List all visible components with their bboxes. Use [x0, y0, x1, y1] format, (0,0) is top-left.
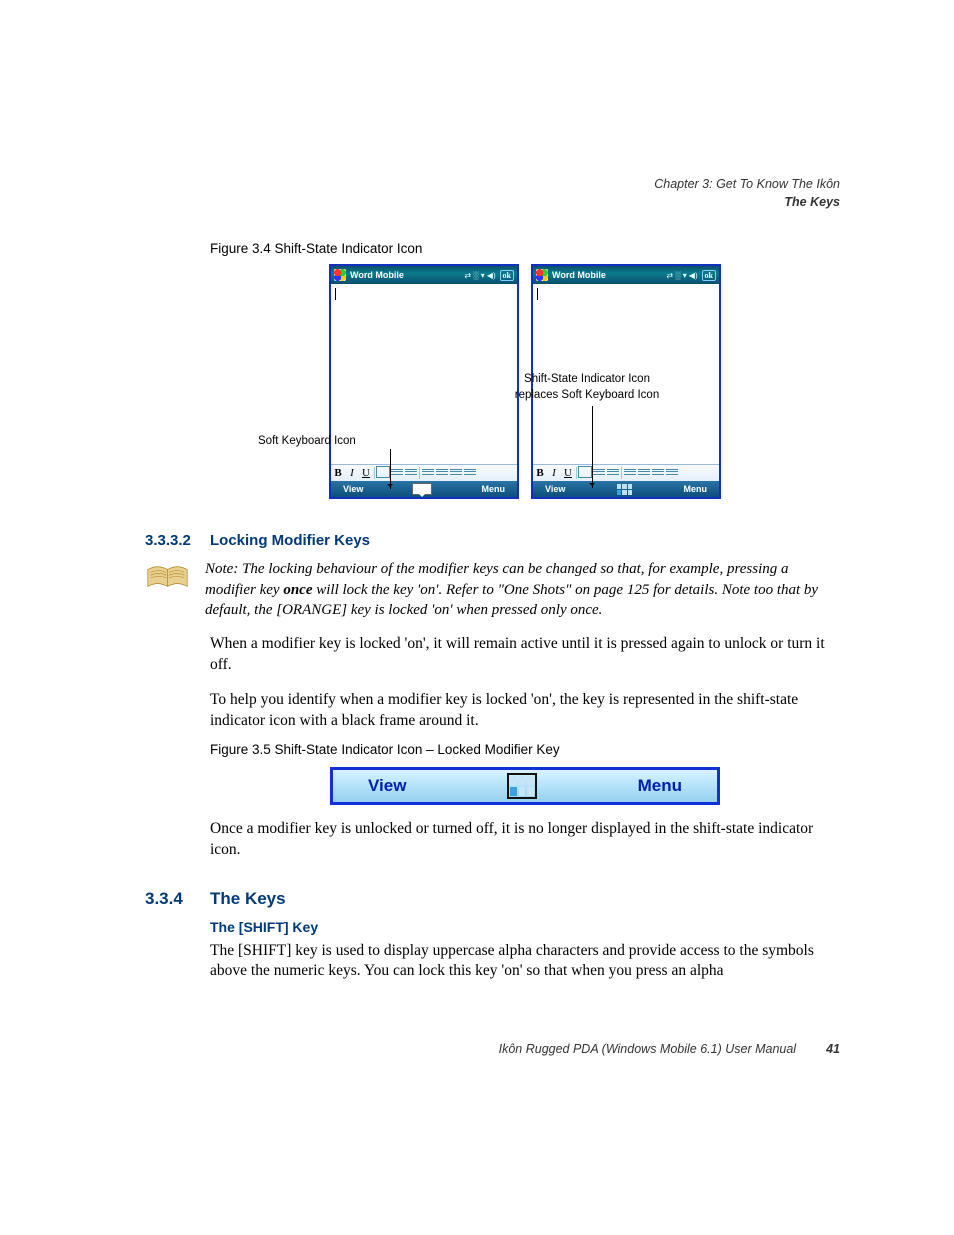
body-paragraph: When a modifier key is locked 'on', it w…	[210, 634, 840, 676]
outdent-icon	[651, 467, 665, 479]
note-block: Note: The locking behaviour of the modif…	[145, 559, 840, 620]
ok-button: ok	[702, 270, 716, 281]
app-title: Word Mobile	[552, 270, 662, 280]
note-text: Note: The locking behaviour of the modif…	[205, 559, 840, 620]
bold-icon: B	[331, 467, 345, 479]
callout-soft-keyboard: Soft Keyboard Icon	[258, 434, 356, 450]
shift-state-locked-icon	[509, 775, 535, 797]
title-bar: Word Mobile ⇄ ░ ▾ ◀) ok	[331, 266, 517, 284]
title-bar: Word Mobile ⇄ ░ ▾ ◀) ok	[533, 266, 719, 284]
ok-button: ok	[500, 270, 514, 281]
numbers-icon	[435, 467, 449, 479]
figure-3-4: Word Mobile ⇄ ░ ▾ ◀) ok B I U View	[210, 264, 840, 504]
page-footer: Ikôn Rugged PDA (Windows Mobile 6.1) Use…	[145, 1042, 840, 1056]
format-toolbar: B I U	[533, 464, 719, 481]
underline-icon: U	[561, 467, 575, 479]
menu-bar: View Menu	[331, 481, 517, 497]
body-paragraph: Once a modifier key is unlocked or turne…	[210, 819, 840, 861]
section-number: 3.3.4	[145, 889, 210, 909]
italic-icon: I	[345, 467, 359, 479]
start-icon	[536, 269, 548, 281]
numbers-icon	[637, 467, 651, 479]
app-title: Word Mobile	[350, 270, 460, 280]
menu-bar: View Menu	[533, 481, 719, 497]
indent-icon	[463, 467, 477, 479]
subheading-shift-key: The [SHIFT] Key	[210, 919, 840, 935]
body-paragraph: To help you identify when a modifier key…	[210, 690, 840, 732]
section-3-3-3-2-heading: 3.3.3.2 Locking Modifier Keys	[145, 532, 840, 549]
align3-icon	[404, 467, 418, 479]
menu-label: Menu	[638, 776, 682, 796]
section-title: Locking Modifier Keys	[210, 532, 370, 549]
page-number: 41	[826, 1042, 840, 1056]
body-paragraph: The [SHIFT] key is used to display upper…	[210, 941, 840, 983]
align2-icon	[592, 467, 606, 479]
arrow-icon	[390, 449, 391, 489]
menu-label: Menu	[683, 484, 707, 494]
section-number: 3.3.3.2	[145, 532, 210, 549]
bullets-icon	[421, 467, 435, 479]
text-cursor	[335, 288, 336, 300]
view-label: View	[545, 484, 565, 494]
underline-icon: U	[359, 467, 373, 479]
footer-text: Ikôn Rugged PDA (Windows Mobile 6.1) Use…	[499, 1042, 796, 1056]
view-label: View	[343, 484, 363, 494]
chapter-label: Chapter 3: Get To Know The Ikôn	[145, 175, 840, 193]
callout-shift-state: Shift-State Indicator Icon replaces Soft…	[502, 372, 672, 403]
section-label: The Keys	[145, 193, 840, 211]
align2-icon	[390, 467, 404, 479]
device-screenshot-left: Word Mobile ⇄ ░ ▾ ◀) ok B I U View	[329, 264, 519, 499]
figure-3-5: View Menu	[210, 767, 840, 805]
italic-icon: I	[547, 467, 561, 479]
status-icons: ⇄ ░ ▾ ◀)	[464, 271, 495, 280]
indent-icon	[665, 467, 679, 479]
align-icon	[578, 466, 592, 481]
shift-state-icon	[616, 483, 632, 495]
view-label: View	[368, 776, 406, 796]
note-book-icon	[145, 562, 195, 599]
running-header: Chapter 3: Get To Know The Ikôn The Keys	[145, 175, 840, 211]
soft-keyboard-icon	[412, 483, 432, 495]
menu-label: Menu	[481, 484, 505, 494]
start-icon	[334, 269, 346, 281]
menu-bar-large: View Menu	[330, 767, 720, 805]
figure-3-4-caption: Figure 3.4 Shift-State Indicator Icon	[210, 241, 840, 256]
align-icon	[376, 466, 390, 481]
status-icons: ⇄ ░ ▾ ◀)	[666, 271, 697, 280]
align3-icon	[606, 467, 620, 479]
arrow-icon	[592, 406, 593, 488]
format-toolbar: B I U	[331, 464, 517, 481]
bold-icon: B	[533, 467, 547, 479]
text-cursor	[537, 288, 538, 300]
figure-3-5-caption: Figure 3.5 Shift-State Indicator Icon – …	[210, 742, 840, 757]
section-3-3-4-heading: 3.3.4 The Keys	[145, 889, 840, 909]
bullets-icon	[623, 467, 637, 479]
section-title: The Keys	[210, 889, 286, 909]
outdent-icon	[449, 467, 463, 479]
